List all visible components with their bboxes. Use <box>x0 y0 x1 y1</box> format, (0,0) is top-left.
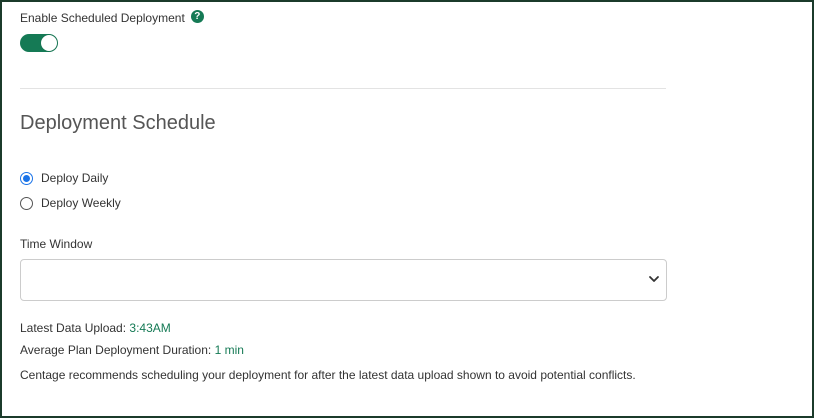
chevron-down-icon <box>649 276 659 282</box>
latest-data-upload: Latest Data Upload: 3:43AM <box>20 321 171 335</box>
latest-upload-value: 3:43AM <box>129 321 171 335</box>
deploy-daily-option[interactable]: Deploy Daily <box>20 171 108 185</box>
deploy-weekly-radio[interactable] <box>20 196 33 210</box>
recommendation-text: Centage recommends scheduling your deplo… <box>20 368 636 382</box>
scheduled-deployment-toggle[interactable] <box>20 34 58 52</box>
time-window-label: Time Window <box>20 237 93 251</box>
avg-duration-label: Average Plan Deployment Duration: <box>20 343 212 357</box>
deployment-schedule-title: Deployment Schedule <box>20 112 216 134</box>
time-window-select[interactable] <box>20 259 667 301</box>
scheduled-deployment-label: Enable Scheduled Deployment <box>20 11 185 25</box>
settings-panel: Enable Scheduled Deployment ? Deployment… <box>0 0 814 418</box>
deploy-weekly-label: Deploy Weekly <box>41 196 121 210</box>
deploy-weekly-option[interactable]: Deploy Weekly <box>20 196 121 210</box>
deploy-daily-label: Deploy Daily <box>41 171 109 185</box>
average-deployment-duration: Average Plan Deployment Duration: 1 min <box>20 343 244 357</box>
help-icon[interactable]: ? <box>190 9 204 23</box>
latest-upload-label: Latest Data Upload: <box>20 321 127 335</box>
section-divider <box>20 88 666 89</box>
deploy-daily-radio[interactable] <box>20 171 33 185</box>
scheduled-deployment-label-row: Enable Scheduled Deployment ? <box>20 9 204 25</box>
toggle-knob <box>41 35 57 51</box>
avg-duration-value: 1 min <box>214 343 244 357</box>
